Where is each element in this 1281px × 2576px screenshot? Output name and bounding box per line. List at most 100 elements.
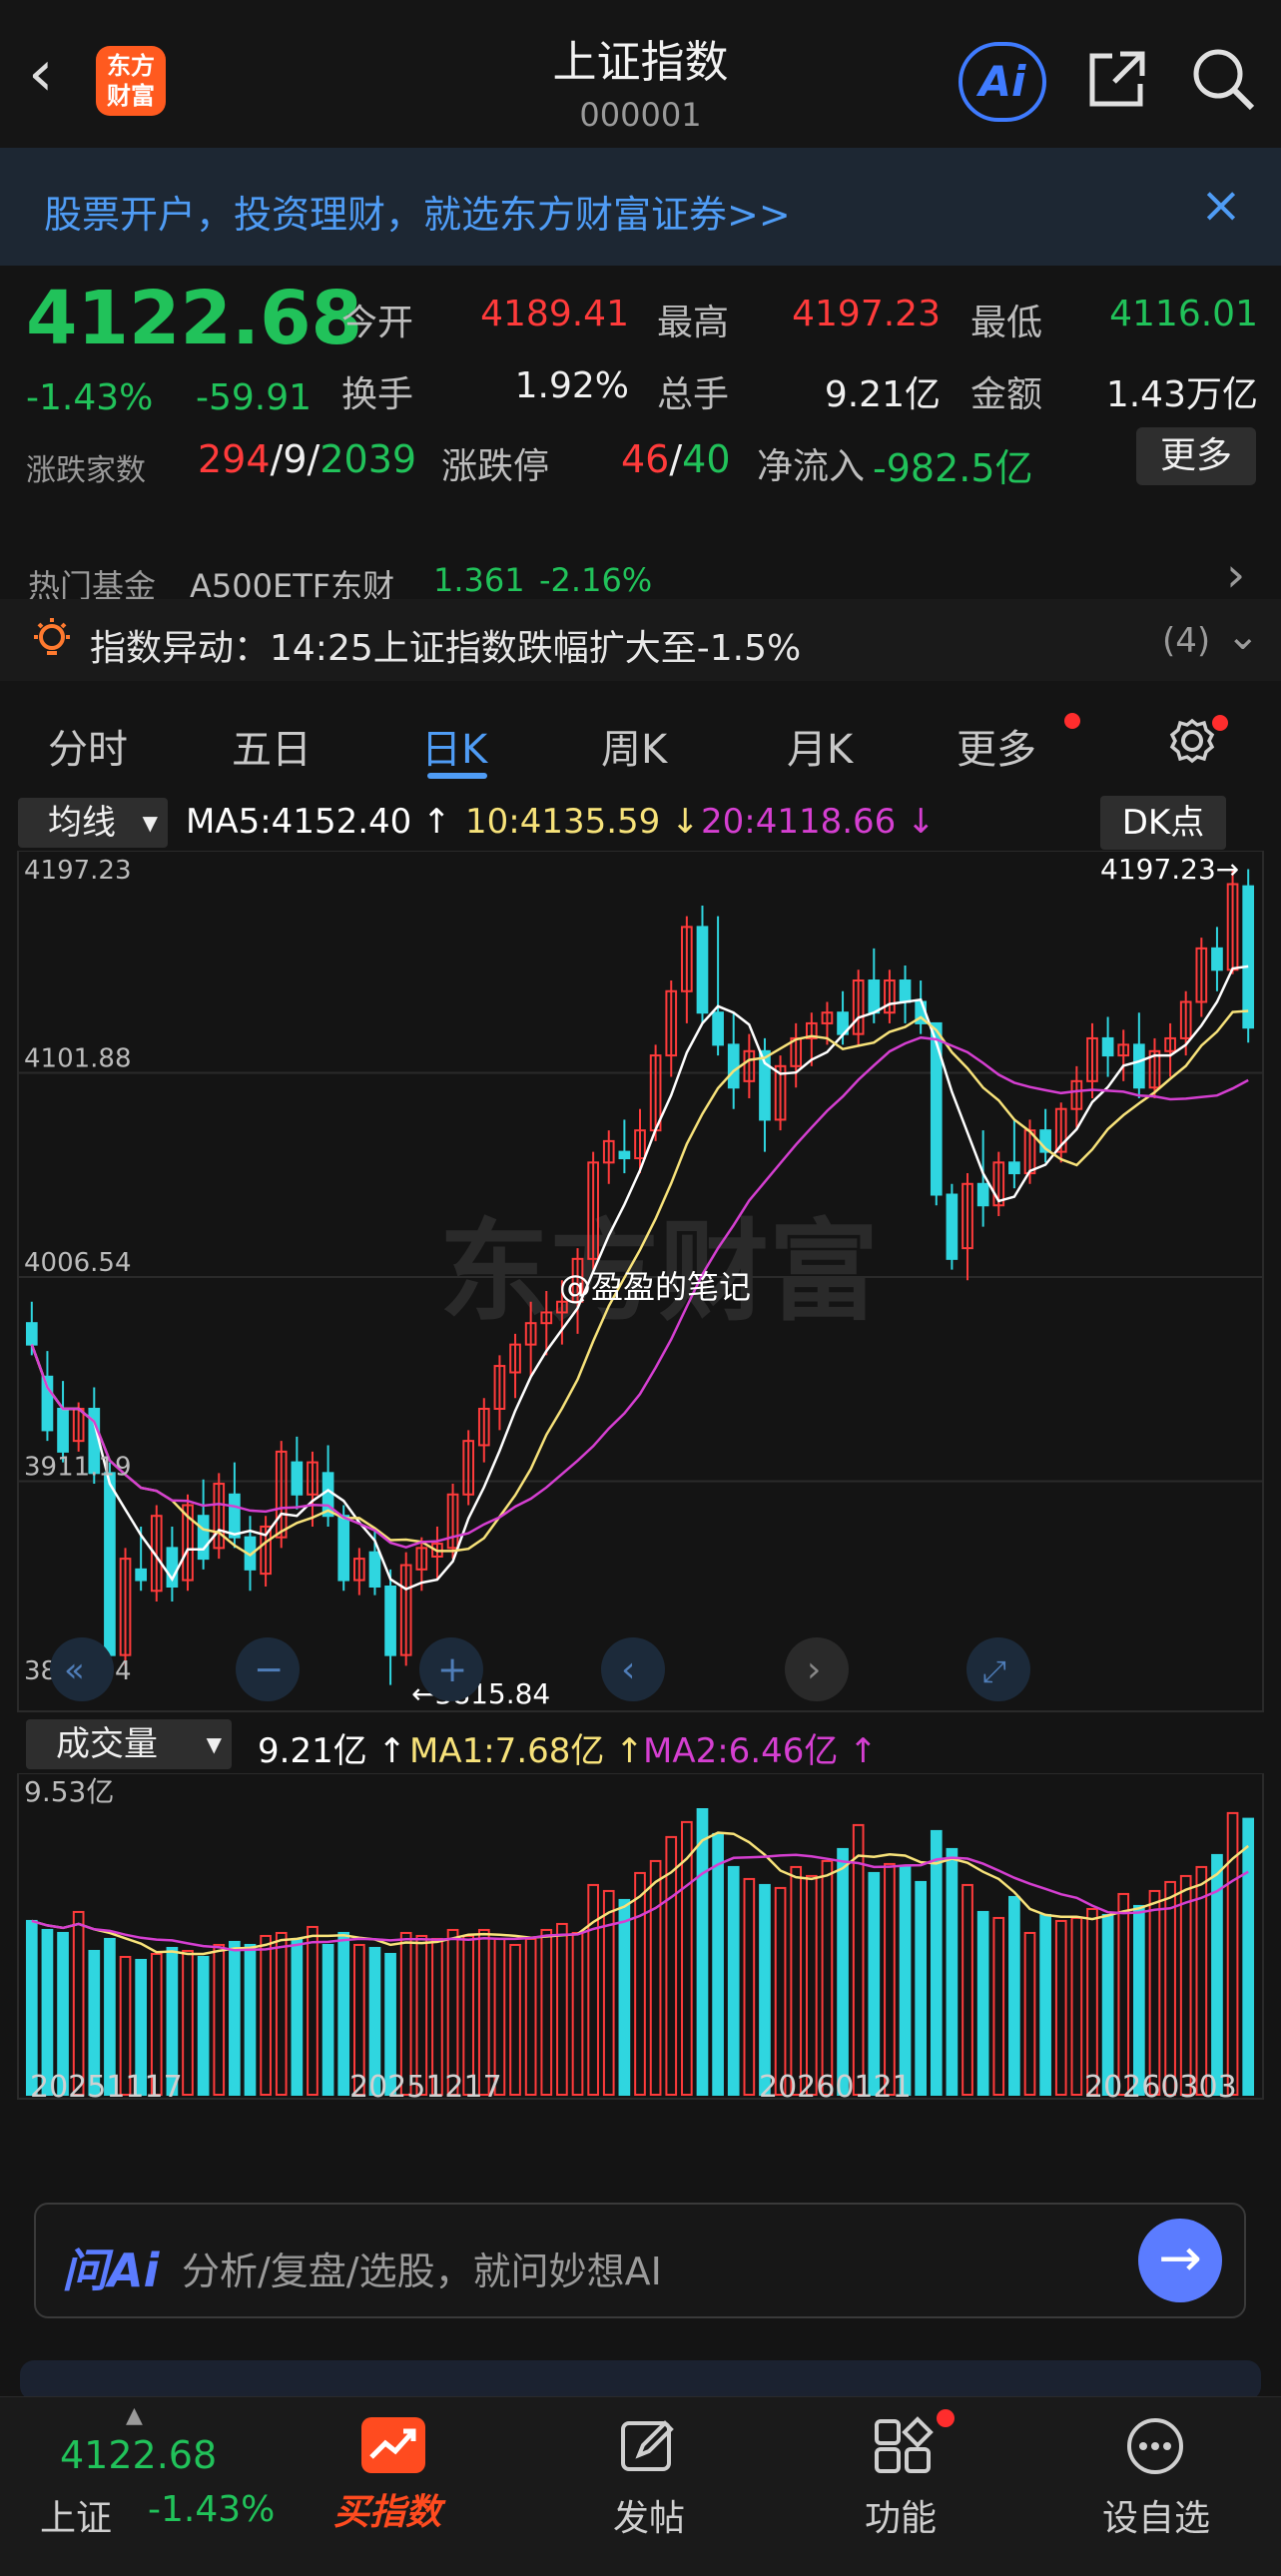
volume-bar — [618, 1898, 631, 2096]
volume-indicator-selector[interactable]: 成交量 ▼ — [26, 1719, 232, 1769]
candle-body — [135, 1568, 147, 1582]
volume-bar — [307, 1925, 319, 2096]
ai-ask-bar[interactable]: 问Ai 分析/复盘/选股，就问妙想AI — [34, 2203, 1246, 2318]
fund-change: -2.16% — [539, 561, 653, 599]
volume-bar — [556, 1922, 568, 2096]
ai-input-placeholder[interactable]: 分析/复盘/选股，就问妙想AI — [182, 2241, 662, 2295]
tab-monthly-k[interactable]: 月K — [787, 717, 853, 775]
volume-bar — [1242, 1817, 1255, 2096]
tab-more[interactable]: 更多 — [957, 717, 1036, 775]
high-value: 4197.23 — [792, 294, 941, 334]
volume-bar — [182, 1949, 194, 2096]
candle-body — [696, 926, 709, 1014]
price-axis-label: 4006.54 — [24, 1248, 132, 1278]
tab-weekly-k[interactable]: 周K — [601, 717, 667, 775]
candle-body — [1211, 947, 1223, 971]
candle-body — [899, 979, 912, 1003]
candle-body — [946, 1193, 959, 1260]
amount-value: 1.43万亿 — [1105, 374, 1258, 415]
post-label[interactable]: 发帖 — [599, 2489, 699, 2541]
kline-chart[interactable]: 东方财富 4197.234101.884006.543911.193815.84… — [0, 851, 1281, 1713]
arrow-right-icon[interactable]: → — [1138, 2219, 1222, 2302]
buy-index-label[interactable]: 买指数 — [333, 2483, 441, 2535]
index-alert-row[interactable]: 指数异动：14:25上证指数跌幅扩大至-1.5% (4) ⌄ — [0, 599, 1281, 681]
buy-index-icon[interactable] — [361, 2417, 425, 2473]
minus-icon: − — [254, 1649, 284, 1690]
tab-five-day[interactable]: 五日 — [232, 717, 312, 775]
volume-bar — [712, 1832, 724, 2096]
top-bar: ‹ 东方 财富 上证指数 000001 Ai — [0, 0, 1281, 148]
candle-body — [1101, 1036, 1114, 1057]
volume-bar — [260, 1934, 272, 2096]
volume-bar — [244, 1943, 257, 2096]
settings-notification-dot — [1212, 715, 1228, 731]
alert-text: 指数异动：14:25上证指数跌幅扩大至-1.5% — [90, 628, 802, 669]
banner-text[interactable]: 股票开户，投资理财，就选东方财富证券>> — [44, 184, 791, 239]
candle-body — [618, 1150, 631, 1160]
volume-bar — [774, 1886, 787, 2096]
candle-body — [368, 1551, 381, 1588]
change-amount: -59.91 — [196, 377, 313, 418]
dk-point-button[interactable]: DK点 — [1100, 796, 1226, 850]
change-pct: -1.43% — [26, 377, 154, 418]
volume-bar — [852, 1823, 865, 2097]
more-button[interactable]: 更多 — [1136, 427, 1256, 485]
promo-banner[interactable]: 股票开户，投资理财，就选东方财富证券>> × — [0, 148, 1281, 266]
quote-panel: 4122.68 -1.43% -59.91 今开 4189.41 最高 4197… — [0, 266, 1281, 495]
volume-bar — [1039, 1913, 1051, 2096]
app-screen: { "header": { "title": "上证指数", "code": "… — [0, 0, 1281, 2576]
breadth-sep-1: / — [270, 437, 284, 481]
notification-dot — [1064, 713, 1080, 729]
nav-index-change[interactable]: -1.43% — [148, 2489, 275, 2530]
news-ticker-strip[interactable] — [20, 2360, 1261, 2400]
vol-ma1-value: MA1:7.68亿 — [409, 1731, 605, 1771]
amount-label: 金额 — [970, 374, 1043, 415]
high-marker: 4197.23→ — [1100, 853, 1239, 886]
search-icon[interactable] — [1190, 46, 1256, 112]
hot-fund-row[interactable]: 热门基金 A500ETF东财 1.361 -2.16% › — [0, 529, 1281, 605]
volume-bar — [1070, 1916, 1083, 2096]
candle-body — [727, 1043, 740, 1089]
breadth-flat: 9 — [283, 437, 308, 481]
edit-post-icon[interactable] — [617, 2415, 679, 2477]
candle-body — [384, 1585, 396, 1656]
open-value: 4189.41 — [480, 294, 629, 334]
bottom-nav: ▲ 4122.68 上证 -1.43% 买指数 发帖 功能 设自选 — [0, 2396, 1281, 2576]
tab-daily-k[interactable]: 日K — [421, 717, 487, 775]
candle-body — [930, 1021, 943, 1196]
candle-body — [1133, 1043, 1145, 1089]
add-watchlist-label[interactable]: 设自选 — [1094, 2489, 1218, 2541]
volume-bar — [337, 1931, 350, 2096]
volume-bar — [992, 1916, 1005, 2096]
tab-intraday[interactable]: 分时 — [48, 717, 128, 775]
volume-bar — [291, 1937, 304, 2096]
function-label[interactable]: 功能 — [851, 2489, 951, 2541]
limit-down: 40 — [682, 437, 731, 481]
double-left-icon: « — [64, 1650, 85, 1690]
function-grid-icon[interactable] — [871, 2415, 935, 2479]
ai-logo: 问Ai — [62, 2244, 160, 2297]
low-label: 最低 — [970, 303, 1043, 343]
volume-bar — [213, 1943, 226, 2096]
date-label: 20251117 — [30, 2070, 183, 2103]
nav-index-price[interactable]: 4122.68 — [60, 2433, 217, 2477]
volume-bar — [915, 1880, 928, 2097]
volume-bar — [1008, 1895, 1020, 2097]
close-icon[interactable]: × — [1200, 176, 1242, 234]
chevron-down-icon[interactable]: ⌄ — [1226, 613, 1260, 659]
candle-body — [291, 1461, 304, 1496]
indicator-selector-label: 均线 — [48, 803, 116, 843]
low-value: 4116.01 — [1109, 294, 1258, 334]
ma10-label: 10:4135.59 ↓ — [465, 802, 700, 842]
candle-body — [104, 1472, 116, 1656]
chevron-right-small-icon: › — [807, 1649, 821, 1690]
function-notification-dot — [937, 2409, 955, 2427]
nav-index-name[interactable]: 上证 — [40, 2489, 112, 2541]
more-dots-icon[interactable] — [1124, 2415, 1186, 2477]
netflow-value: -982.5亿 — [873, 446, 1033, 490]
ai-button[interactable]: Ai — [959, 42, 1046, 122]
share-icon[interactable] — [1086, 48, 1148, 110]
volume-bar — [743, 1877, 756, 2096]
indicator-selector[interactable]: 均线 ▼ — [18, 798, 168, 848]
bulb-icon — [34, 618, 70, 655]
